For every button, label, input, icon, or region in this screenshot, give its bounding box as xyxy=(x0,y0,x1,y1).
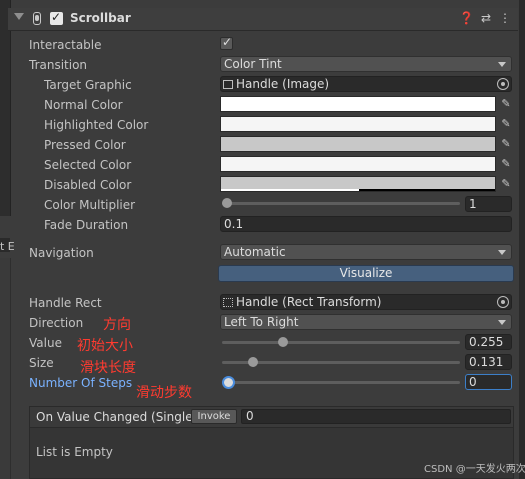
left-panel-fragment xyxy=(0,258,11,479)
alpha-bar-remainder xyxy=(359,189,495,191)
eyedropper-icon[interactable]: ✎ xyxy=(499,137,513,151)
target-graphic-value: Handle (Image) xyxy=(236,77,330,91)
invoke-value-field[interactable]: 0 xyxy=(241,409,511,424)
left-panel-edge: t E xyxy=(0,0,18,479)
left-panel-text: t E xyxy=(0,240,15,253)
navigation-value: Automatic xyxy=(224,245,286,259)
eyedropper-icon[interactable]: ✎ xyxy=(499,117,513,131)
more-options-icon[interactable]: ⋮ xyxy=(498,11,512,25)
value-slider-thumb[interactable] xyxy=(278,337,288,347)
component-title: Scrollbar xyxy=(70,11,131,25)
normal-color-swatch[interactable] xyxy=(220,96,496,112)
number-of-steps-slider-track[interactable] xyxy=(222,381,460,384)
help-icon[interactable]: ❓ xyxy=(459,11,474,25)
size-slider-thumb[interactable] xyxy=(248,357,258,367)
component-enabled-checkbox[interactable]: ✓ xyxy=(50,10,63,25)
handle-rect-label: Handle Rect xyxy=(29,296,102,310)
image-icon xyxy=(223,80,233,89)
direction-label: Direction xyxy=(29,316,84,330)
presets-icon[interactable]: ⇄ xyxy=(479,11,493,25)
highlighted-color-swatch[interactable] xyxy=(220,116,496,132)
check-icon: ✓ xyxy=(51,10,62,24)
foldout-arrow-icon[interactable] xyxy=(14,13,24,20)
event-header: On Value Changed (Single) Invoke 0 xyxy=(30,407,513,428)
size-label: Size xyxy=(29,356,54,370)
direction-value: Left To Right xyxy=(224,315,299,329)
target-graphic-label: Target Graphic xyxy=(44,78,132,92)
handle-rect-field[interactable]: Handle (Rect Transform) xyxy=(220,294,512,310)
event-title: On Value Changed (Single) xyxy=(36,410,198,424)
normal-color-label: Normal Color xyxy=(44,98,123,112)
number-of-steps-label: Number Of Steps xyxy=(29,376,133,390)
fade-duration-label: Fade Duration xyxy=(44,218,129,232)
number-of-steps-field[interactable]: 0 xyxy=(465,374,512,390)
eyedropper-icon[interactable]: ✎ xyxy=(499,157,513,171)
watermark: CSDN @一天发火两次 xyxy=(424,464,525,475)
number-of-steps-slider-thumb[interactable] xyxy=(222,376,235,389)
transition-label: Transition xyxy=(29,58,88,72)
selected-color-label: Selected Color xyxy=(44,158,132,172)
value-slider-track[interactable] xyxy=(222,341,460,344)
selected-color-swatch[interactable] xyxy=(220,156,496,172)
event-empty-text: List is Empty xyxy=(36,445,113,459)
eyedropper-icon[interactable]: ✎ xyxy=(499,97,513,111)
invoke-button[interactable]: Invoke xyxy=(191,409,237,424)
rect-transform-icon xyxy=(223,298,233,307)
value-annotation: 初始大小 xyxy=(77,338,133,354)
right-scrollbar-edge[interactable] xyxy=(519,0,525,479)
eyedropper-icon[interactable]: ✎ xyxy=(499,177,513,191)
size-annotation: 滑块长度 xyxy=(80,360,136,376)
navigation-label: Navigation xyxy=(29,246,94,260)
value-label: Value xyxy=(29,336,62,350)
value-field[interactable]: 0.255 xyxy=(465,334,512,350)
chevron-down-icon xyxy=(498,320,506,325)
chevron-down-icon xyxy=(498,250,506,255)
color-multiplier-field[interactable]: 1 xyxy=(465,196,512,212)
left-panel-fragment xyxy=(0,0,11,216)
chevron-down-icon xyxy=(498,62,506,67)
navigation-dropdown[interactable]: Automatic xyxy=(220,244,512,260)
scrollbar-component-icon xyxy=(33,12,41,25)
direction-dropdown[interactable]: Left To Right xyxy=(220,314,512,330)
number-of-steps-annotation: 滑动步数 xyxy=(136,385,192,401)
transition-value: Color Tint xyxy=(224,57,282,71)
object-picker-icon[interactable] xyxy=(497,296,509,308)
color-multiplier-slider-track[interactable] xyxy=(222,202,460,205)
handle-rect-value: Handle (Rect Transform) xyxy=(236,295,382,309)
disabled-color-label: Disabled Color xyxy=(44,178,132,192)
component-header[interactable]: ✓ Scrollbar ❓ ⇄ ⋮ xyxy=(8,8,518,31)
direction-annotation: 方向 xyxy=(103,317,131,333)
visualize-button[interactable]: Visualize xyxy=(218,265,514,282)
highlighted-color-label: Highlighted Color xyxy=(44,118,149,132)
alpha-bar xyxy=(221,189,359,191)
size-field[interactable]: 0.131 xyxy=(465,354,512,370)
pressed-color-label: Pressed Color xyxy=(44,138,126,152)
color-multiplier-label: Color Multiplier xyxy=(44,198,136,212)
target-graphic-field[interactable]: Handle (Image) xyxy=(220,76,512,92)
pressed-color-swatch[interactable] xyxy=(220,136,496,152)
disabled-color-swatch[interactable] xyxy=(220,176,496,192)
check-icon: ✓ xyxy=(222,35,233,49)
interactable-checkbox[interactable]: ✓ xyxy=(220,35,233,50)
color-multiplier-slider-thumb[interactable] xyxy=(222,198,232,208)
transition-dropdown[interactable]: Color Tint xyxy=(220,56,512,72)
fade-duration-field[interactable]: 0.1 xyxy=(220,216,512,232)
object-picker-icon[interactable] xyxy=(497,78,509,90)
interactable-label: Interactable xyxy=(29,38,102,52)
